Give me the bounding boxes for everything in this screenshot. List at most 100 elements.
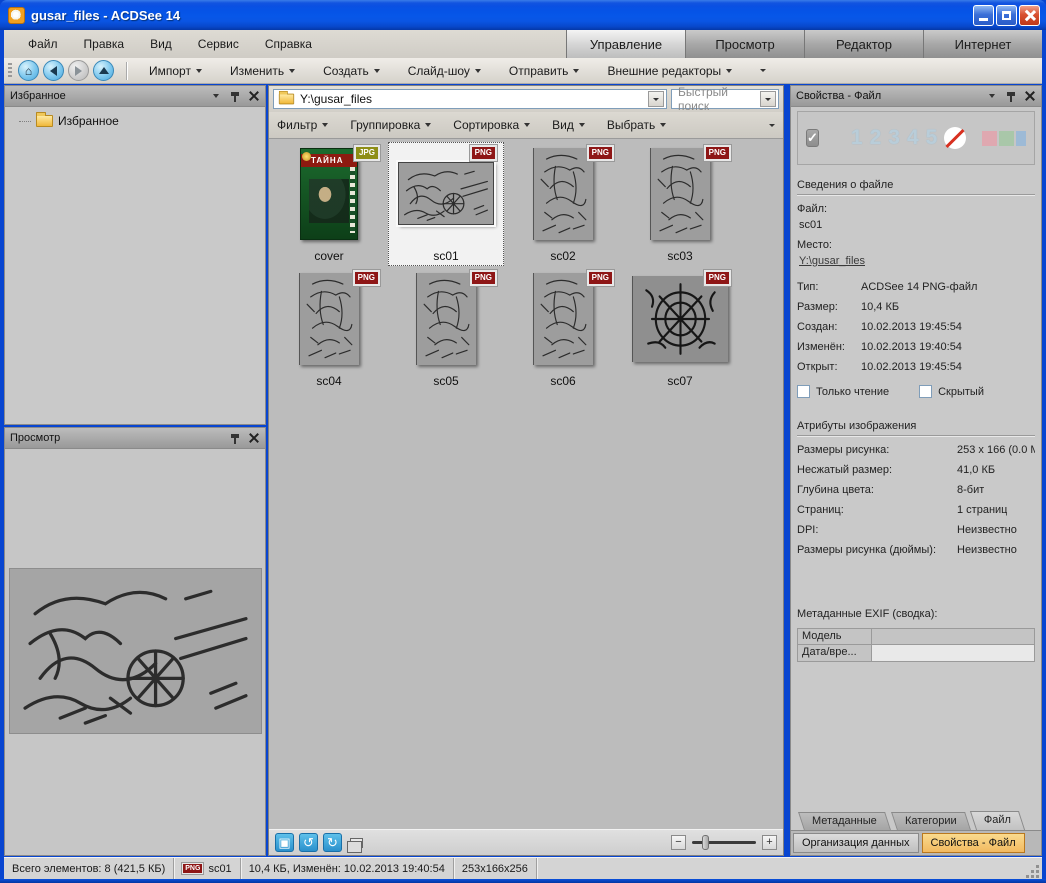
toolbar-overflow-button[interactable] [746,59,780,83]
file-tile[interactable]: PNG sc02 [505,142,621,266]
tab-editor[interactable]: Редактор [804,30,923,58]
png-badge-icon: PNG [182,863,203,874]
file-tile[interactable]: PNG sc05 [388,267,504,391]
color-label-blue[interactable] [1016,131,1026,146]
file-name-label: sc04 [271,374,387,388]
title-bar[interactable]: gusar_files - ACDSee 14 [0,0,1046,30]
sorting-button[interactable]: Сортировка [453,118,530,132]
file-tile[interactable]: PNG sc01 [388,142,504,266]
panel-menu-button[interactable] [210,90,222,102]
select-button[interactable]: Выбрать [607,118,666,132]
menu-edit[interactable]: Правка [84,37,125,51]
file-name-value[interactable]: sc01 [799,219,822,231]
edit-button[interactable]: Изменить [216,59,309,83]
grouping-button[interactable]: Группировка [350,118,431,132]
toolbar-grip[interactable] [8,63,12,79]
format-badge: PNG [470,270,497,286]
location-link[interactable]: Y:\gusar_files [799,255,865,267]
exif-datetime-value[interactable] [872,645,1034,661]
panel-close-button[interactable] [1024,90,1036,102]
chevron-down-icon [524,123,530,127]
rotate-right-button[interactable]: ↻ [323,833,342,852]
file-tile[interactable]: PNG sc07 [622,267,738,391]
file-tile[interactable]: PNG sc04 [271,267,387,391]
properties-panel-header[interactable]: Свойства - Файл [791,86,1041,107]
menu-help[interactable]: Справка [265,37,312,51]
external-editors-button[interactable]: Внешние редакторы [593,59,746,83]
panel-pin-button[interactable] [229,432,241,444]
path-combo[interactable]: Y:\gusar_files [273,89,667,109]
zoom-out-button[interactable]: − [671,835,686,850]
menu-view[interactable]: Вид [150,37,172,51]
import-button[interactable]: Импорт [135,59,216,83]
slideshow-button[interactable]: Слайд-шоу [394,59,495,83]
no-rating-icon[interactable] [944,127,966,149]
menu-tools[interactable]: Сервис [198,37,239,51]
panel-pin-button[interactable] [1005,90,1017,102]
panel-close-button[interactable] [248,432,260,444]
minimize-button[interactable] [973,5,994,26]
favorites-panel-header[interactable]: Избранное [5,86,265,107]
favorites-tree-item[interactable]: Избранное [19,114,265,128]
up-button[interactable] [93,60,114,81]
forward-button[interactable] [68,60,89,81]
send-button[interactable]: Отправить [495,59,594,83]
menu-file[interactable]: Файл [28,37,58,51]
quick-search-input[interactable]: Быстрый поиск [671,89,779,109]
resize-grip[interactable] [1026,865,1040,879]
tab-view[interactable]: Просмотр [685,30,804,58]
zoom-in-button[interactable]: + [762,835,777,850]
color-label-green[interactable] [999,131,1014,146]
compare-button[interactable] [347,833,366,852]
tab-metadata[interactable]: Метаданные [798,812,891,830]
panel-menu-button[interactable] [986,90,998,102]
delete-button[interactable]: ▣ [275,833,294,852]
color-label-pink[interactable] [982,131,997,146]
file-tile[interactable]: JPG ТАЙНА cover [271,142,387,266]
back-button[interactable] [43,60,64,81]
rating-digits[interactable]: 12345 [851,126,944,150]
chevron-down-icon [769,124,775,127]
tab-internet[interactable]: Интернет [923,30,1042,58]
zoom-slider[interactable] [692,841,756,844]
view-button[interactable]: Вид [552,118,585,132]
zoom-slider-thumb[interactable] [702,835,709,850]
tab-manage[interactable]: Управление [566,30,685,58]
file-tile[interactable]: PNG sc06 [505,267,621,391]
preview-panel-title: Просмотр [10,432,222,444]
back-icon [50,66,57,76]
file-browser-pane: Y:\gusar_files Быстрый поиск Фильтр Груп… [268,85,784,856]
filter-button[interactable]: Фильтр [277,118,328,132]
file-list-area[interactable]: JPG ТАЙНА cover PNG sc01 PNG sc02 PNG sc… [269,139,783,829]
current-path: Y:\gusar_files [300,92,372,106]
readonly-checkbox[interactable] [797,385,810,398]
create-button[interactable]: Создать [309,59,394,83]
chevron-down-icon [289,69,295,73]
preview-panel-header[interactable]: Просмотр [5,428,265,449]
readonly-label: Только чтение [816,386,889,398]
search-dropdown-button[interactable] [760,91,776,107]
chevron-down-icon [475,69,481,73]
modified-value: 10.02.2013 19:40:54 [861,341,962,353]
home-button[interactable]: ⌂ [18,60,39,81]
hidden-checkbox[interactable] [919,385,932,398]
panel-pin-button[interactable] [229,90,241,102]
panel-close-button[interactable] [248,90,260,102]
tab-file[interactable]: Файл [970,811,1025,830]
status-dimensions: 253x166x256 [454,858,537,879]
properties-file-button[interactable]: Свойства - Файл [922,833,1025,853]
filterbar-overflow-button[interactable] [769,124,775,127]
preview-image[interactable] [9,568,262,734]
tab-categories[interactable]: Категории [891,812,970,830]
file-tile[interactable]: PNG sc03 [622,142,738,266]
rotate-left-button[interactable]: ↺ [299,833,318,852]
path-dropdown-button[interactable] [648,91,664,107]
maximize-button[interactable] [996,5,1017,26]
organize-button[interactable]: Организация данных [793,833,919,853]
pin-icon [1007,91,1015,102]
color-labels [982,131,1026,146]
folder-icon [279,94,294,105]
tag-checkbox[interactable]: ✓ [806,129,819,147]
close-button[interactable] [1019,5,1040,26]
properties-tab-strip: Метаданные Категории Файл [797,808,1035,830]
